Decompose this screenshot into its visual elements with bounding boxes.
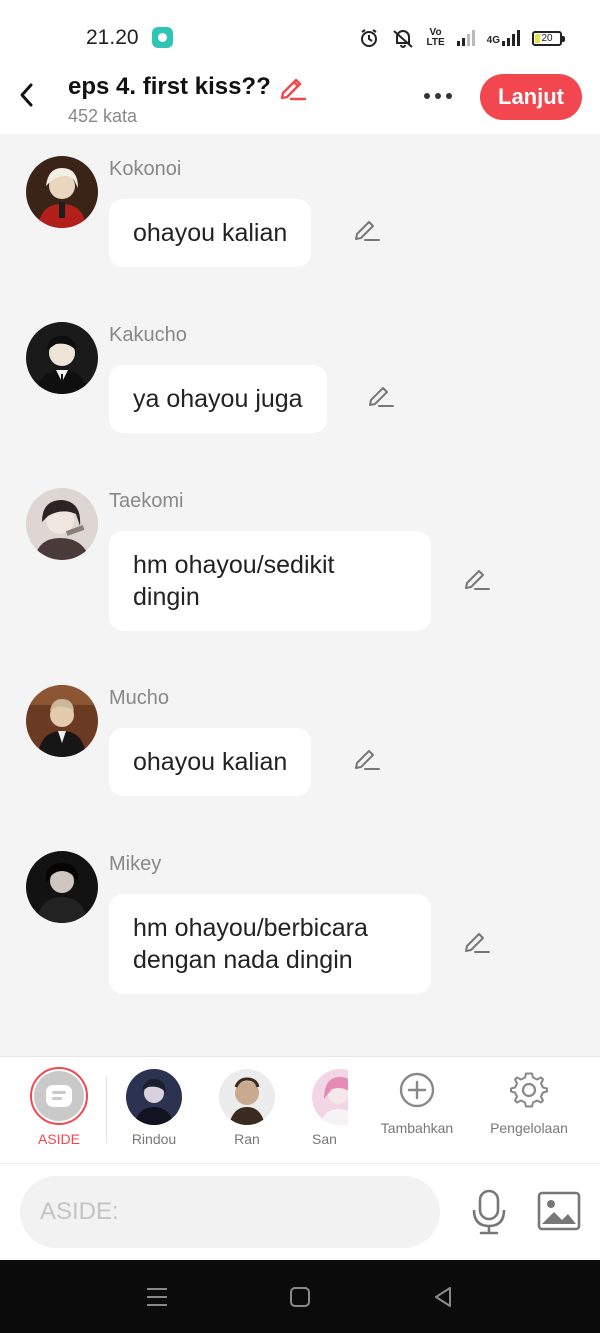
- edit-message-icon[interactable]: [366, 379, 396, 409]
- character-rindou[interactable]: Rindou: [126, 1067, 182, 1147]
- character-aside[interactable]: ASIDE: [30, 1067, 88, 1147]
- edit-message-icon[interactable]: [352, 742, 382, 772]
- avatar-mucho-image: [26, 685, 98, 757]
- microphone-icon[interactable]: [468, 1188, 510, 1236]
- edit-message-icon[interactable]: [462, 925, 492, 955]
- dot-icon: [435, 93, 441, 99]
- home-icon[interactable]: [287, 1284, 313, 1310]
- character-san[interactable]: San: [312, 1067, 348, 1147]
- chat-area: Kokonoi ohayou kalian Kakucho ya ohayou …: [0, 134, 600, 1056]
- avatar[interactable]: [26, 488, 98, 560]
- dot-icon: [446, 93, 452, 99]
- aside-inner: [34, 1071, 84, 1121]
- character-avatar: [312, 1069, 348, 1125]
- message-bubble[interactable]: hm ohayou/berbicara dengan nada dingin: [109, 894, 431, 994]
- alarm-icon: [360, 29, 377, 47]
- more-options-button[interactable]: [416, 80, 460, 112]
- character-label: Rindou: [131, 1131, 177, 1147]
- character-label: San: [312, 1131, 337, 1147]
- message-bubble[interactable]: hm ohayou/sedikit dingin: [109, 531, 431, 631]
- title-row: eps 4. first kiss??: [68, 72, 307, 102]
- status-icons: Vo LTE 4G 20: [359, 26, 565, 50]
- avatar-mikey-image: [26, 851, 98, 923]
- battery-icon: 20: [532, 30, 565, 46]
- signal-icon-1: [456, 30, 475, 46]
- avatar[interactable]: [26, 322, 98, 394]
- edit-message-icon[interactable]: [462, 562, 492, 592]
- input-bar: [0, 1164, 600, 1260]
- message-sender: Kokonoi: [109, 158, 182, 180]
- image-icon[interactable]: [536, 1190, 582, 1232]
- menu-icon[interactable]: [144, 1284, 170, 1310]
- word-count: 452 kata: [68, 106, 138, 126]
- message-sender: Taekomi: [109, 490, 184, 512]
- status-bar: 21.20 Vo LTE 4G 20: [0, 0, 600, 70]
- message-bubble[interactable]: ohayou kalian: [109, 199, 312, 267]
- message-sender: Kakucho: [109, 324, 187, 346]
- avatar-taekomi-image: [26, 488, 98, 560]
- next-button[interactable]: Lanjut: [480, 74, 582, 120]
- avatar-kokonoi-image: [26, 156, 98, 228]
- back-triangle-icon[interactable]: [430, 1284, 456, 1310]
- system-nav-bar: [0, 1260, 600, 1333]
- battery-level: 20: [541, 32, 553, 44]
- avatar-rindou-image: [126, 1069, 182, 1125]
- avatar[interactable]: [26, 851, 98, 923]
- chevron-left-icon: [20, 83, 33, 107]
- network-label: 4G: [486, 35, 500, 46]
- volte-icon: Vo LTE: [426, 27, 445, 48]
- avatar-ran-image: [219, 1069, 275, 1125]
- plus-circle-icon: [399, 1072, 435, 1108]
- character-avatar: [126, 1069, 182, 1125]
- add-label: Tambahkan: [380, 1120, 454, 1136]
- character-label: Ran: [234, 1131, 260, 1147]
- message-input[interactable]: [20, 1176, 440, 1248]
- dot-icon: [424, 93, 430, 99]
- character-ran[interactable]: Ran: [219, 1067, 275, 1147]
- edit-message-icon[interactable]: [352, 213, 382, 243]
- avatar-kakucho-image: [26, 322, 98, 394]
- avatar-san-image: [312, 1069, 348, 1125]
- app-notification-icon: [152, 27, 173, 48]
- battery-fill: [535, 33, 540, 43]
- signal-icon-2: 4G: [487, 30, 520, 46]
- aside-chat-icon: [46, 1085, 72, 1107]
- message-sender: Mucho: [109, 687, 170, 709]
- avatar[interactable]: [26, 685, 98, 757]
- character-avatar: [219, 1069, 275, 1125]
- mute-bell-icon: [392, 30, 413, 48]
- add-character-button[interactable]: Tambahkan: [376, 1067, 458, 1136]
- edit-title-icon[interactable]: [277, 72, 307, 102]
- gear-icon: [510, 1072, 548, 1108]
- manage-label: Pengelolaan: [490, 1120, 568, 1136]
- episode-title: eps 4. first kiss??: [68, 73, 271, 100]
- manage-button[interactable]: Pengelolaan: [486, 1067, 572, 1136]
- back-button[interactable]: [10, 78, 44, 112]
- status-time: 21.20: [86, 26, 139, 49]
- aside-avatar: [30, 1067, 88, 1125]
- character-bar: ASIDE Rindou Ran San Tambahkan Pengelola…: [0, 1056, 600, 1164]
- message-bubble[interactable]: ya ohayou juga: [109, 365, 327, 433]
- character-divider: [106, 1077, 107, 1143]
- message-sender: Mikey: [109, 853, 162, 875]
- avatar[interactable]: [26, 156, 98, 228]
- aside-label: ASIDE: [37, 1131, 80, 1147]
- header: eps 4. first kiss?? 452 kata Lanjut: [0, 70, 600, 134]
- message-bubble[interactable]: ohayou kalian: [109, 728, 312, 796]
